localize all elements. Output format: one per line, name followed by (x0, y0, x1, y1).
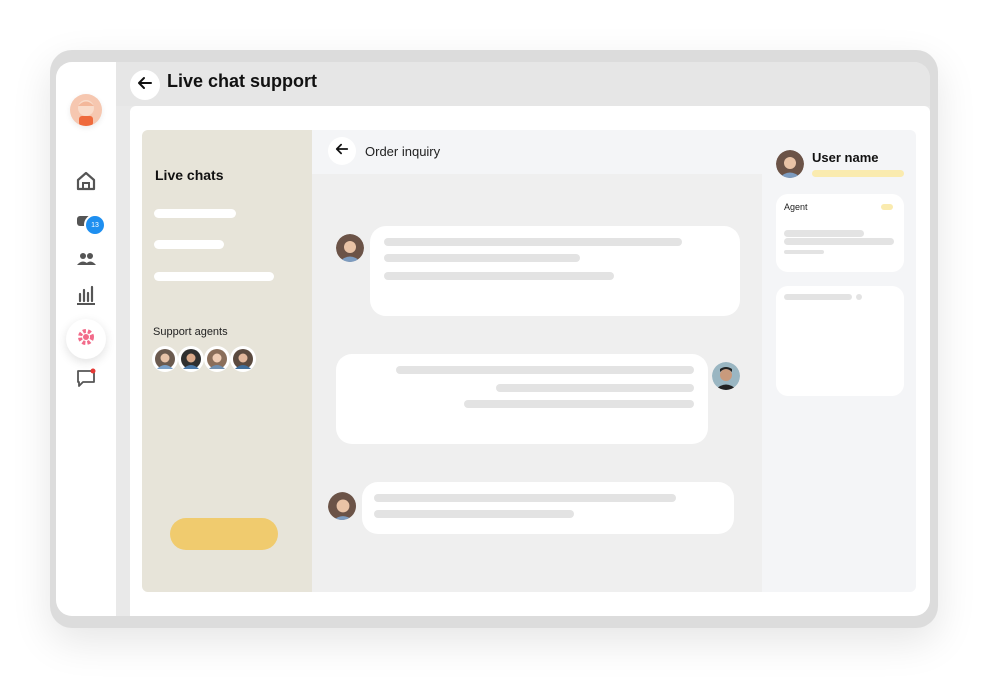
start-chat-button[interactable] (170, 518, 278, 550)
agent-avatar[interactable] (178, 346, 204, 372)
agent-card: Agent (776, 194, 904, 272)
info-line (784, 238, 894, 245)
arrow-left-icon (335, 142, 349, 161)
message-bubble (336, 354, 708, 444)
chat-list-title: Live chats (155, 167, 224, 183)
back-button[interactable] (130, 70, 160, 100)
user-status-bar (812, 170, 904, 177)
message-line (464, 400, 694, 408)
message-line (384, 272, 614, 280)
info-card (776, 286, 904, 396)
message-line (396, 366, 694, 374)
info-line (784, 294, 852, 300)
gear-icon (76, 327, 96, 352)
settings-nav-button[interactable] (66, 319, 106, 359)
info-line (784, 230, 864, 237)
conversation-back-button[interactable] (328, 137, 356, 165)
profile-avatar[interactable] (70, 94, 102, 126)
chat-icon[interactable] (75, 367, 97, 389)
message-line (374, 494, 676, 502)
chat-list-panel: Live chats Support agents (142, 130, 312, 592)
agent-label: Agent (784, 202, 808, 212)
chart-icon[interactable] (75, 284, 97, 306)
page-title: Live chat support (167, 71, 318, 91)
agent-avatar[interactable] (152, 346, 178, 372)
users-icon[interactable] (75, 248, 97, 270)
top-bar: Live chat support (116, 62, 930, 106)
conversation-panel: Order inquiry (312, 130, 762, 592)
info-dot (856, 294, 862, 300)
message-bubble (362, 482, 734, 534)
user-name: User name (812, 150, 879, 165)
customer-details-panel: User name Agent (762, 130, 916, 592)
sidebar: 13 (56, 62, 116, 616)
message-line (384, 238, 682, 246)
agent-avatar[interactable] (204, 346, 230, 372)
customer-avatar (336, 234, 364, 262)
message-line (384, 254, 580, 262)
chat-list-item[interactable] (154, 209, 236, 218)
home-icon[interactable] (75, 170, 97, 192)
user-avatar (776, 150, 804, 178)
support-agents-label: Support agents (153, 326, 228, 338)
message-line (374, 510, 574, 518)
agent-avatar[interactable] (230, 346, 256, 372)
agent-avatar (712, 362, 740, 390)
notification-badge: 13 (84, 214, 106, 236)
app-screen: 13 Live chat support Live chats Support … (56, 62, 930, 616)
customer-avatar (328, 492, 356, 520)
arrow-left-icon (137, 75, 153, 96)
main-content: Live chats Support agents Order inquiry … (130, 106, 930, 616)
chat-list-item[interactable] (154, 240, 224, 249)
message-bubble (370, 226, 740, 316)
info-line (784, 250, 824, 254)
message-line (496, 384, 694, 392)
conversation-title: Order inquiry (365, 144, 441, 159)
agent-tag (881, 204, 893, 210)
conversation-header: Order inquiry (312, 130, 762, 174)
chat-list-item[interactable] (154, 272, 274, 281)
